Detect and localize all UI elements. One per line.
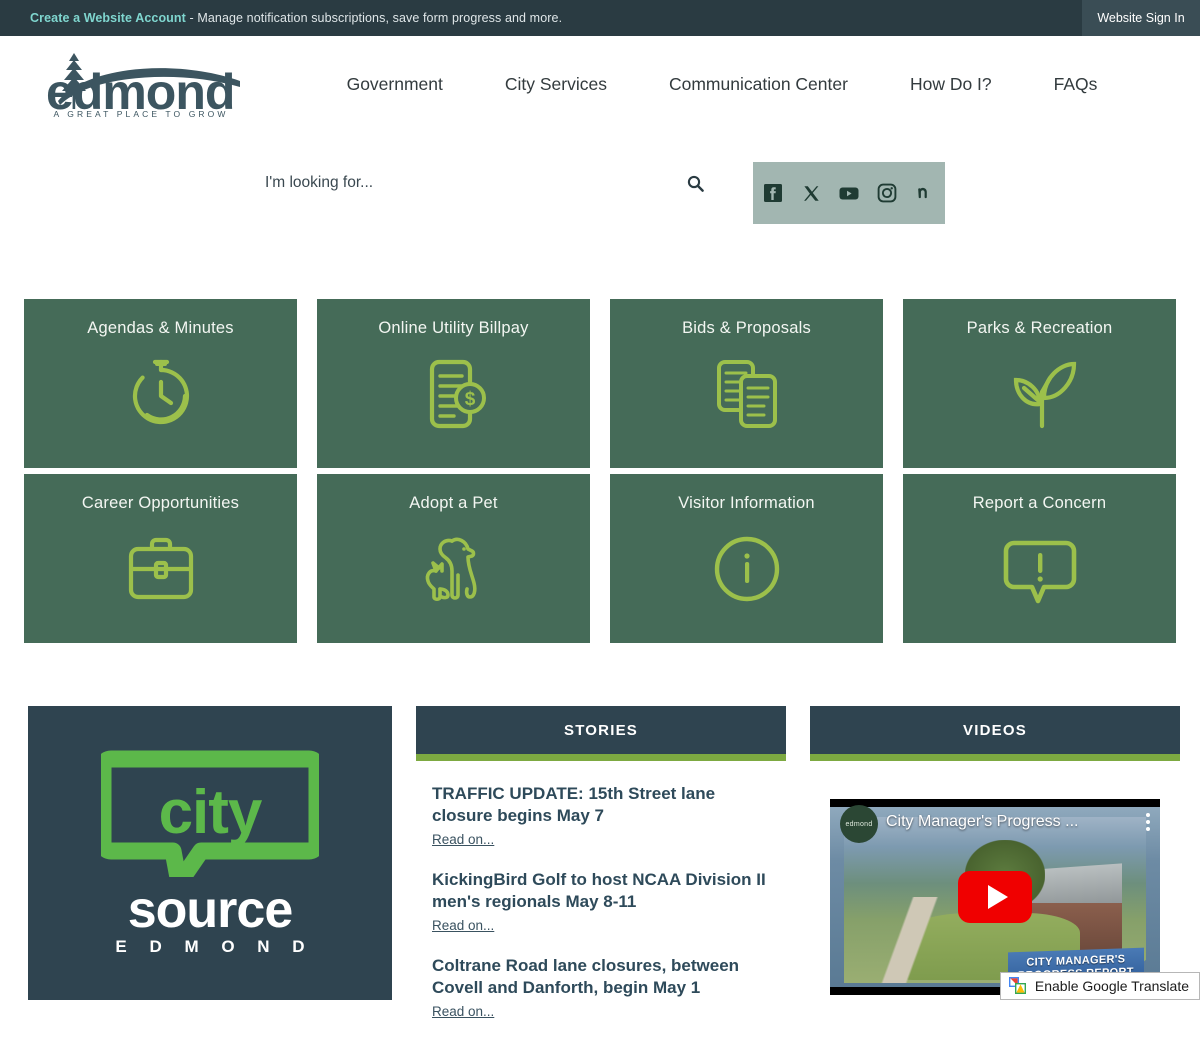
story-read-on-link[interactable]: Read on...	[432, 918, 494, 933]
video-scene-path	[868, 897, 947, 983]
stories-heading: STORIES	[416, 706, 786, 754]
youtube-glyph	[838, 184, 860, 202]
search-container	[265, 162, 715, 204]
create-account-link[interactable]: Create a Website Account	[30, 11, 186, 25]
nextdoor-icon[interactable]	[914, 182, 936, 204]
tile-label: Agendas & Minutes	[87, 319, 234, 338]
nav-item-government[interactable]: Government	[316, 68, 474, 101]
main-navigation: Government City Services Communication C…	[254, 68, 1200, 101]
instagram-icon[interactable]	[876, 182, 898, 204]
create-account-description: - Manage notification subscriptions, sav…	[186, 11, 562, 25]
logo-tagline: A GREAT PLACE TO GROW	[32, 109, 250, 119]
tile-visitor-information[interactable]: Visitor Information	[610, 474, 883, 643]
x-glyph	[802, 184, 821, 203]
nav-item-communication-center[interactable]: Communication Center	[638, 68, 879, 101]
city-source-bubble-icon: city	[101, 749, 319, 877]
city-source-promo[interactable]: city source E D M O N D	[28, 706, 392, 1000]
facebook-icon[interactable]	[762, 182, 784, 204]
city-source-edmond-word: E D M O N D	[106, 937, 313, 957]
videos-accent-bar	[810, 754, 1180, 761]
search-icon	[687, 175, 704, 192]
info-circle-icon	[701, 523, 793, 615]
bill-dollar-icon: $	[408, 348, 500, 440]
google-translate-icon	[1009, 977, 1027, 995]
instagram-glyph	[877, 183, 897, 203]
facebook-glyph	[763, 183, 783, 203]
documents-icon	[701, 348, 793, 440]
video-channel-avatar[interactable]: edmond	[840, 805, 878, 843]
story-title[interactable]: KickingBird Golf to host NCAA Division I…	[432, 869, 770, 914]
tile-label: Parks & Recreation	[967, 319, 1113, 338]
svg-text:$: $	[464, 389, 475, 410]
nav-item-how-do-i[interactable]: How Do I?	[879, 68, 1023, 101]
story-item: KickingBird Golf to host NCAA Division I…	[432, 869, 770, 935]
dog-cat-icon	[408, 523, 500, 615]
tile-label: Visitor Information	[678, 494, 814, 513]
translate-label: Enable Google Translate	[1035, 978, 1189, 994]
enable-google-translate-button[interactable]: Enable Google Translate	[1000, 972, 1200, 1000]
x-twitter-icon[interactable]	[800, 182, 822, 204]
tile-online-utility-billpay[interactable]: Online Utility Billpay $	[317, 299, 590, 468]
tile-adopt-a-pet[interactable]: Adopt a Pet	[317, 474, 590, 643]
video-more-options-icon[interactable]	[1146, 813, 1150, 831]
nav-item-faqs[interactable]: FAQs	[1023, 68, 1129, 101]
tile-label: Report a Concern	[973, 494, 1106, 513]
social-media-bar	[753, 162, 945, 224]
stories-list: TRAFFIC UPDATE: 15th Street lane closure…	[416, 761, 786, 1021]
create-account-message: Create a Website Account - Manage notifi…	[30, 11, 562, 25]
story-title[interactable]: Coltrane Road lane closures, between Cov…	[432, 955, 770, 1000]
tile-career-opportunities[interactable]: Career Opportunities	[24, 474, 297, 643]
story-item: TRAFFIC UPDATE: 15th Street lane closure…	[432, 783, 770, 849]
tile-label: Bids & Proposals	[682, 319, 811, 338]
briefcase-icon	[115, 523, 207, 615]
story-title[interactable]: TRAFFIC UPDATE: 15th Street lane closure…	[432, 783, 770, 828]
city-source-word: source	[128, 887, 293, 934]
tile-label: Adopt a Pet	[409, 494, 497, 513]
site-header: edmond A GREAT PLACE TO GROW Government …	[0, 36, 1200, 132]
speech-bubble-alert-icon	[994, 523, 1086, 615]
story-read-on-link[interactable]: Read on...	[432, 1004, 494, 1019]
tile-parks-recreation[interactable]: Parks & Recreation	[903, 299, 1176, 468]
story-read-on-link[interactable]: Read on...	[432, 832, 494, 847]
search-row	[0, 132, 1200, 232]
website-signin-button[interactable]: Website Sign In	[1082, 0, 1200, 36]
videos-heading: VIDEOS	[810, 706, 1180, 754]
tile-report-a-concern[interactable]: Report a Concern	[903, 474, 1176, 643]
quick-link-tiles: Agendas & Minutes Online Utility Billpay	[24, 299, 1176, 643]
youtube-icon[interactable]	[838, 182, 860, 204]
nextdoor-glyph	[915, 183, 935, 203]
tile-bids-proposals[interactable]: Bids & Proposals	[610, 299, 883, 468]
tile-label: Career Opportunities	[82, 494, 239, 513]
stopwatch-icon	[115, 348, 207, 440]
video-player-embed[interactable]: edmond City Manager's Progress ... CITY …	[830, 799, 1160, 995]
video-play-button[interactable]	[958, 871, 1032, 923]
edmond-logo[interactable]: edmond A GREAT PLACE TO GROW	[28, 47, 254, 121]
top-utility-bar: Create a Website Account - Manage notifi…	[0, 0, 1200, 36]
story-item: Coltrane Road lane closures, between Cov…	[432, 955, 770, 1021]
leaf-sprout-icon	[994, 348, 1086, 440]
search-button[interactable]	[680, 168, 710, 198]
video-title[interactable]: City Manager's Progress ...	[886, 813, 1078, 831]
play-triangle-icon	[988, 885, 1008, 909]
stories-panel: STORIES TRAFFIC UPDATE: 15th Street lane…	[416, 706, 786, 1041]
tile-label: Online Utility Billpay	[378, 319, 528, 338]
nav-item-city-services[interactable]: City Services	[474, 68, 638, 101]
tile-agendas-minutes[interactable]: Agendas & Minutes	[24, 299, 297, 468]
stories-accent-bar	[416, 754, 786, 761]
search-input[interactable]	[265, 174, 665, 192]
svg-text:city: city	[159, 778, 263, 847]
